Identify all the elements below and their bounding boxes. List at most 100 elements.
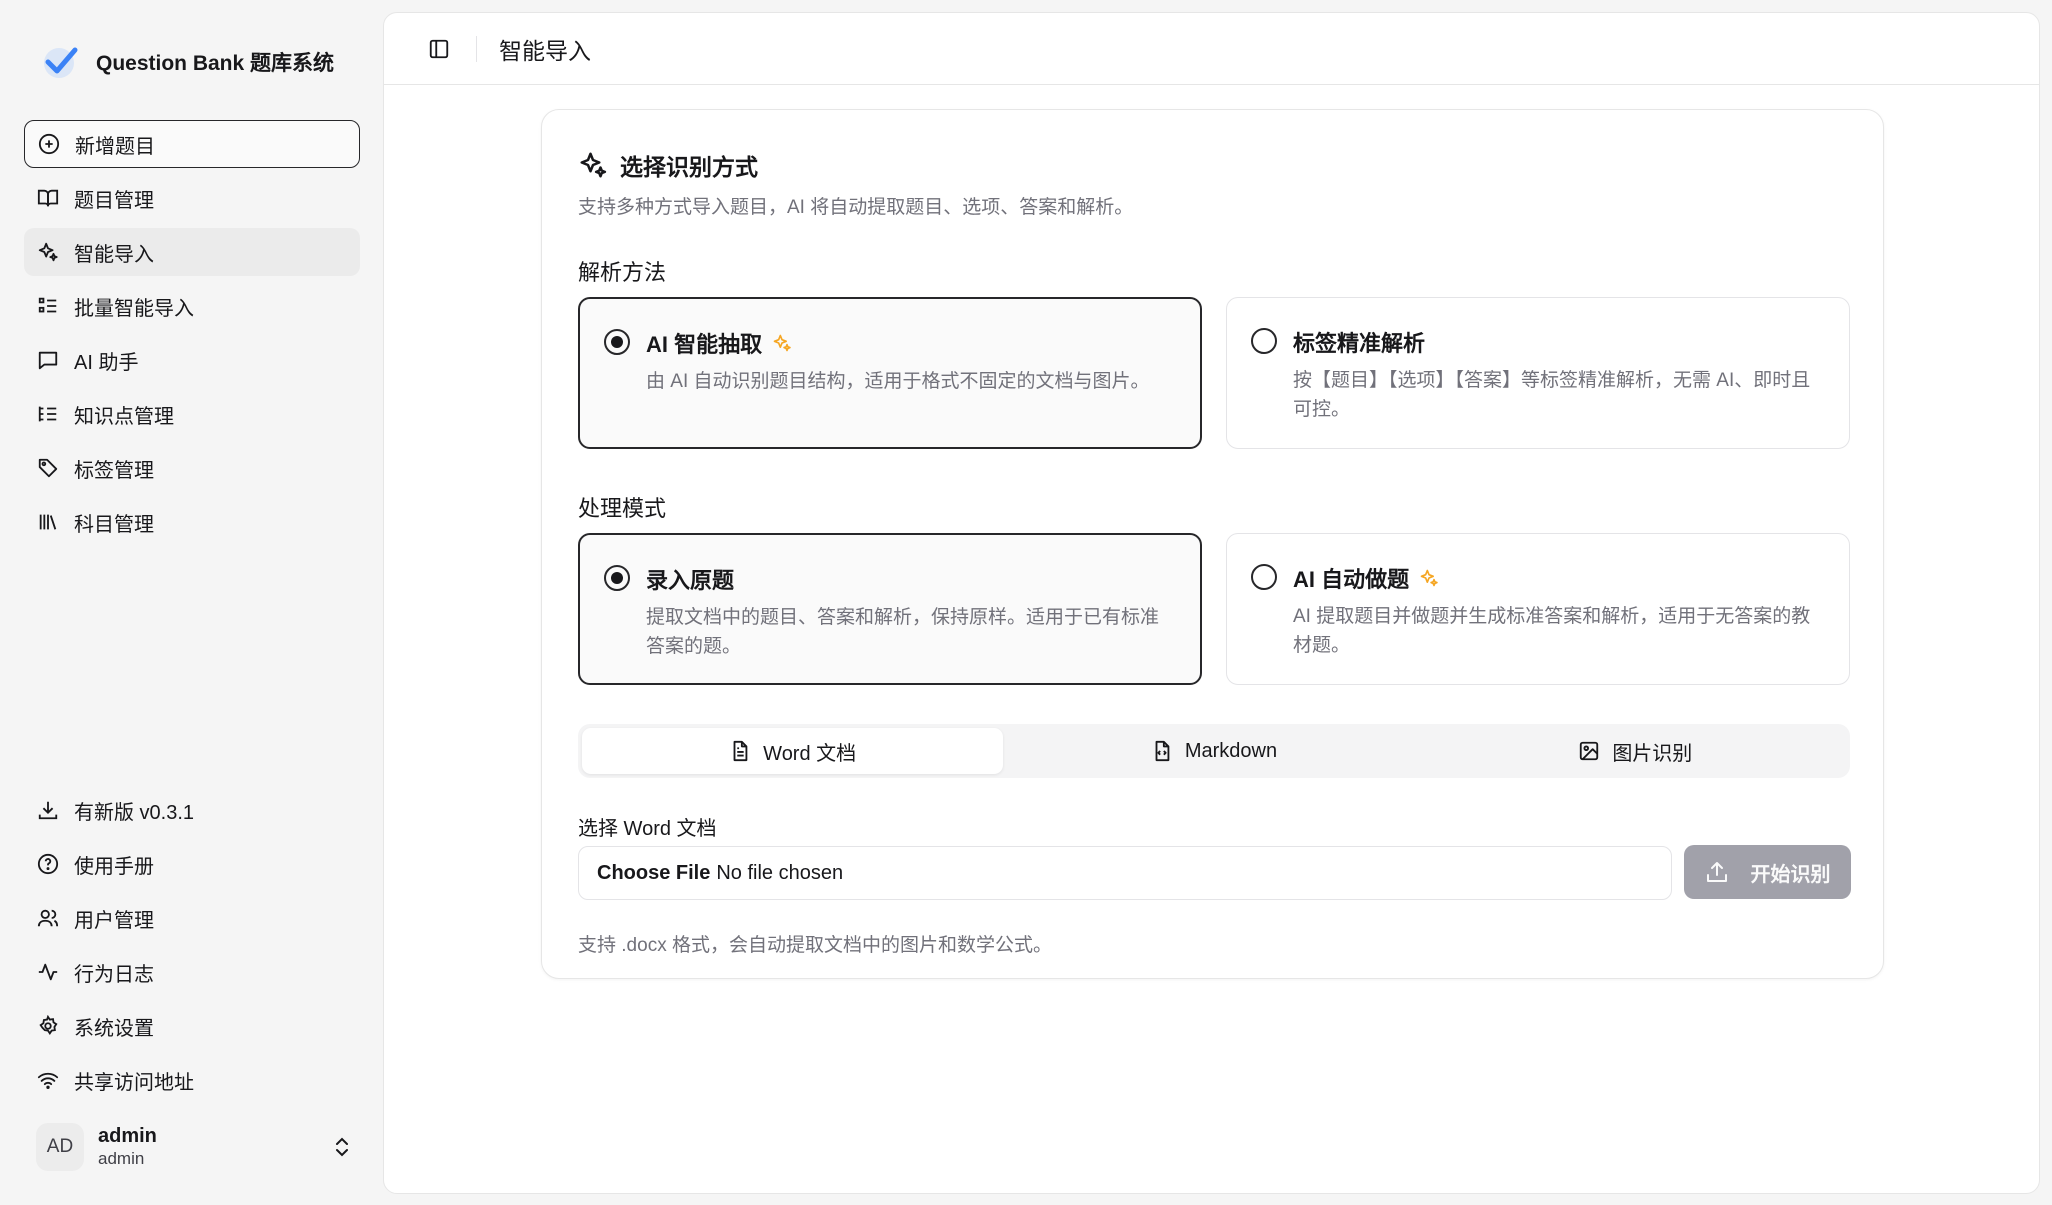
sidebar-item-label: 用户管理 bbox=[74, 909, 154, 932]
list-checks-icon bbox=[36, 294, 60, 318]
sidebar-item-ai-assistant[interactable]: AI 助手 bbox=[24, 336, 360, 384]
topbar: 智能导入 bbox=[384, 13, 2039, 85]
sparkles-accent-icon bbox=[1420, 569, 1438, 587]
brand[interactable]: Question Bank 题库系统 bbox=[40, 40, 334, 84]
user-role: admin bbox=[98, 1149, 145, 1168]
avatar: AD bbox=[36, 1123, 84, 1171]
radio-unselected[interactable] bbox=[1251, 328, 1277, 354]
tab-word[interactable]: Word 文档 bbox=[582, 728, 1004, 774]
panel-left-icon bbox=[429, 39, 449, 58]
check-logo-icon bbox=[44, 47, 78, 78]
sidebar-item-tags[interactable]: 标签管理 bbox=[24, 444, 360, 492]
sidebar-item-knowledge-points[interactable]: 知识点管理 bbox=[24, 390, 360, 438]
sidebar-item-subjects[interactable]: 科目管理 bbox=[24, 498, 360, 546]
page-title: 智能导入 bbox=[499, 37, 591, 64]
user-menu[interactable]: AD admin admin bbox=[36, 1122, 354, 1172]
tab-markdown[interactable]: Markdown bbox=[1003, 728, 1424, 774]
sparkles-icon bbox=[580, 152, 607, 178]
tag-icon bbox=[36, 456, 60, 480]
option-tag-parse[interactable]: 标签精准解析 按【题目】【选项】【答案】等标签精准解析，无需 AI、即时且可控。 bbox=[1226, 297, 1850, 449]
option-ai-extract[interactable]: AI 智能抽取 由 AI 自动识别题目结构，适用于格式不固定的文档与图片。 bbox=[578, 297, 1202, 449]
sparkles-icon bbox=[36, 240, 60, 264]
wifi-icon bbox=[36, 1068, 60, 1092]
brand-name: Question Bank 题库系统 bbox=[96, 52, 335, 75]
sidebar-item-label: 新增题目 bbox=[75, 135, 155, 158]
sidebar-toggle-button[interactable] bbox=[424, 34, 454, 64]
option-title-text: AI 自动做题 bbox=[1293, 567, 1410, 592]
sidebar: Question Bank 题库系统 新增题目 题目管理 智能导入 批量智能导入… bbox=[0, 0, 383, 1205]
option-original[interactable]: 录入原题 提取文档中的题目、答案和解析，保持原样。适用于已有标准答案的题。 bbox=[578, 533, 1202, 685]
tab-image[interactable]: 图片识别 bbox=[1425, 728, 1846, 774]
tab-label: Word 文档 bbox=[763, 742, 857, 765]
sidebar-item-settings[interactable]: 系统设置 bbox=[24, 1002, 360, 1050]
sidebar-item-label: 智能导入 bbox=[74, 243, 154, 266]
file-hint: 支持 .docx 格式，会自动提取文档中的图片和数学公式。 bbox=[578, 935, 1052, 956]
radio-selected[interactable] bbox=[604, 565, 630, 591]
sidebar-item-users[interactable]: 用户管理 bbox=[24, 894, 360, 942]
sidebar-item-label: AI 助手 bbox=[74, 351, 139, 374]
sidebar-item-label: 标签管理 bbox=[74, 459, 154, 482]
sparkles-accent-icon bbox=[773, 334, 791, 352]
option-title: 录入原题 bbox=[646, 563, 734, 595]
import-card: 选择识别方式 支持多种方式导入题目，AI 将自动提取题目、选项、答案和解析。 解… bbox=[541, 109, 1884, 979]
user-info: admin admin bbox=[98, 1124, 316, 1170]
sidebar-item-smart-import[interactable]: 智能导入 bbox=[24, 228, 360, 276]
file-label: 选择 Word 文档 bbox=[578, 818, 717, 840]
sidebar-item-update[interactable]: 有新版 v0.3.1 bbox=[24, 786, 360, 834]
list-tree-icon bbox=[36, 402, 60, 426]
plus-circle-icon bbox=[37, 132, 61, 156]
tab-label: 图片识别 bbox=[1612, 742, 1693, 765]
sidebar-item-label: 知识点管理 bbox=[74, 405, 174, 428]
sidebar-item-activity-log[interactable]: 行为日志 bbox=[24, 948, 360, 996]
option-title: AI 智能抽取 bbox=[646, 327, 792, 359]
option-description: 按【题目】【选项】【答案】等标签精准解析，无需 AI、即时且可控。 bbox=[1293, 370, 1811, 420]
start-recognition-button[interactable]: 开始识别 bbox=[1684, 845, 1851, 899]
option-description: 提取文档中的题目、答案和解析，保持原样。适用于已有标准答案的题。 bbox=[646, 607, 1160, 657]
sidebar-item-label: 有新版 v0.3.1 bbox=[74, 801, 195, 824]
option-title-text: 录入原题 bbox=[646, 568, 735, 593]
topbar-divider bbox=[476, 35, 477, 62]
option-title: 标签精准解析 bbox=[1293, 326, 1425, 358]
source-tabs: Word 文档 Markdown 图片识别 bbox=[578, 724, 1850, 778]
choose-file-button[interactable]: Choose File bbox=[597, 862, 710, 885]
app-root: Question Bank 题库系统 新增题目 题目管理 智能导入 批量智能导入… bbox=[0, 0, 2052, 1205]
file-status: No file chosen bbox=[716, 861, 844, 884]
sidebar-item-add-question[interactable]: 新增题目 bbox=[24, 120, 360, 168]
activity-icon bbox=[36, 960, 60, 984]
sidebar-item-label: 批量智能导入 bbox=[74, 297, 194, 320]
user-name: admin bbox=[98, 1125, 157, 1147]
sidebar-item-label: 题目管理 bbox=[74, 189, 154, 212]
option-title: AI 自动做题 bbox=[1293, 562, 1439, 594]
sidebar-nav: 新增题目 题目管理 智能导入 批量智能导入 AI 助手 知识点管理 标签管理 科… bbox=[24, 120, 360, 552]
card-header: 选择识别方式 bbox=[578, 148, 758, 182]
card-description: 支持多种方式导入题目，AI 将自动提取题目、选项、答案和解析。 bbox=[578, 197, 1134, 218]
sidebar-nav-bottom: 有新版 v0.3.1 使用手册 用户管理 行为日志 系统设置 共享访问地址 bbox=[24, 786, 360, 1110]
sidebar-item-label: 系统设置 bbox=[74, 1017, 154, 1040]
sidebar-item-question-management[interactable]: 题目管理 bbox=[24, 174, 360, 222]
chevrons-up-down-icon bbox=[336, 1137, 348, 1157]
sidebar-item-share-address[interactable]: 共享访问地址 bbox=[24, 1056, 360, 1104]
parse-method-label: 解析方法 bbox=[578, 260, 667, 285]
card-title: 选择识别方式 bbox=[620, 154, 758, 180]
radio-selected[interactable] bbox=[604, 329, 630, 355]
file-text-icon bbox=[733, 740, 748, 762]
download-icon bbox=[36, 798, 60, 822]
option-ai-solve[interactable]: AI 自动做题 AI 提取题目并做题并生成标准答案和解析，适用于无答案的教材题。 bbox=[1226, 533, 1850, 685]
file-input[interactable]: Choose File No file chosen bbox=[578, 846, 1672, 900]
book-open-icon bbox=[36, 186, 60, 210]
upload-icon bbox=[1706, 862, 1727, 882]
sidebar-item-label: 使用手册 bbox=[74, 855, 154, 878]
option-title-text: AI 智能抽取 bbox=[646, 332, 763, 357]
library-icon bbox=[36, 510, 60, 534]
sidebar-item-label: 行为日志 bbox=[74, 963, 154, 986]
main-panel: 智能导入 选择识别方式 支持多种方式导入题目，AI 将自动提取题目、选项、答案和… bbox=[383, 12, 2040, 1194]
image-icon bbox=[1580, 741, 1599, 761]
option-description: AI 提取题目并做题并生成标准答案和解析，适用于无答案的教材题。 bbox=[1293, 606, 1811, 656]
radio-unselected[interactable] bbox=[1251, 564, 1277, 590]
message-square-icon bbox=[36, 348, 60, 372]
option-title-text: 标签精准解析 bbox=[1293, 331, 1426, 356]
sidebar-item-manual[interactable]: 使用手册 bbox=[24, 840, 360, 888]
users-icon bbox=[36, 906, 60, 930]
sidebar-item-batch-import[interactable]: 批量智能导入 bbox=[24, 282, 360, 330]
sidebar-item-label: 科目管理 bbox=[74, 513, 154, 536]
